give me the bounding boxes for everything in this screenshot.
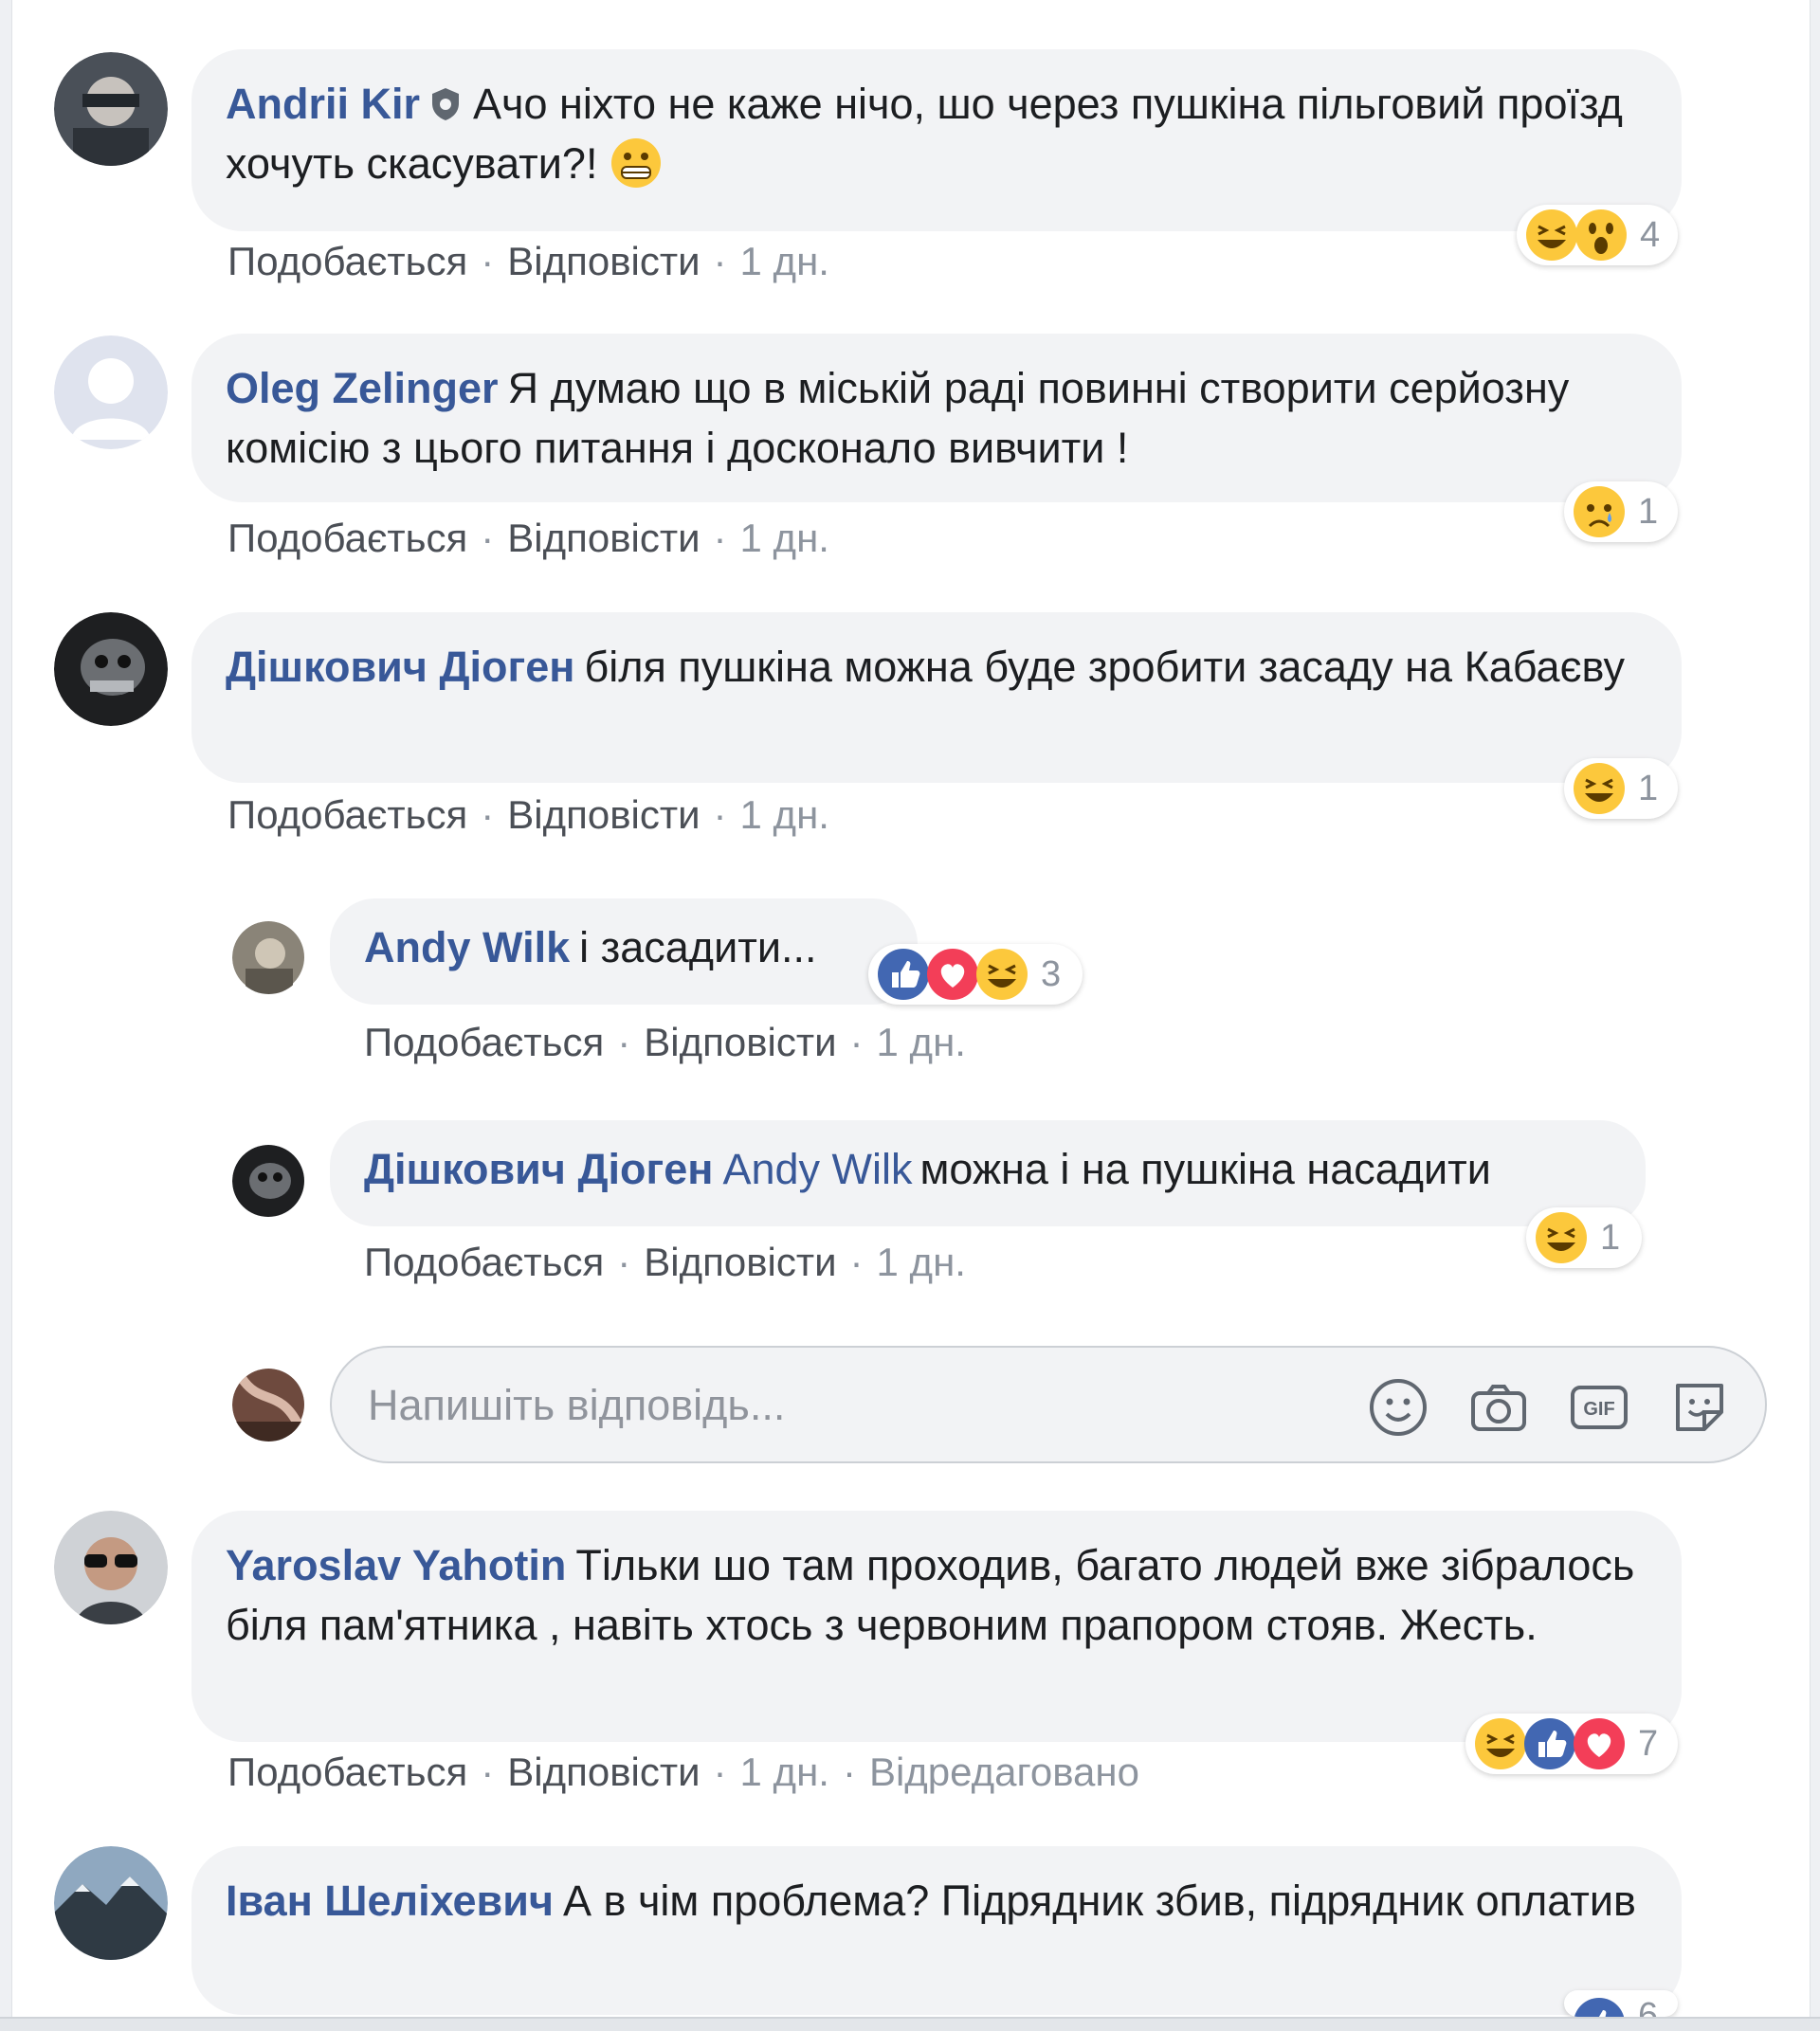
comment-bubble: Oleg Zelinger Я думаю що в міській раді п… (191, 334, 1682, 502)
reply-link[interactable]: Відповісти (507, 792, 700, 837)
timestamp[interactable]: 1 дн. (740, 1750, 829, 1794)
comment-bubble: Andy Wilk і засадити... (330, 898, 918, 1005)
reaction-summary[interactable]: 4 (1517, 205, 1678, 265)
comment-author[interactable]: Yaroslav Yahotin (226, 1541, 566, 1589)
reaction-count: 7 (1638, 1723, 1659, 1764)
timestamp[interactable]: 1 дн. (740, 239, 829, 283)
comment-author[interactable]: Дішкович Діоген (364, 1145, 713, 1193)
reaction-summary[interactable]: 6 (1564, 1990, 1678, 2017)
camera-icon[interactable] (1467, 1376, 1530, 1439)
like-link[interactable]: Подобається (364, 1240, 604, 1284)
haha-reaction-icon (1574, 763, 1625, 814)
like-link[interactable]: Подобається (228, 239, 467, 283)
comment-author[interactable]: Andrii Kir (226, 80, 420, 128)
love-reaction-icon (927, 949, 978, 1000)
reply-link[interactable]: Відповісти (507, 239, 700, 283)
reply-link[interactable]: Відповісти (507, 1750, 700, 1794)
shield-icon (429, 78, 462, 120)
avatar[interactable] (232, 1145, 305, 1218)
haha-reaction-icon (1536, 1212, 1587, 1263)
comment-actions: Подобається · Відповісти · 1 дн. (364, 1020, 966, 1064)
comment-bubble: Дішкович Діоген Andy Wilk можна і на пушкі… (330, 1120, 1646, 1226)
comment-text: і засадити... (579, 923, 817, 971)
edited-label[interactable]: Відредаговано (869, 1750, 1139, 1794)
comment-text: можна і на пушкіна насадити (919, 1145, 1491, 1193)
like-link[interactable]: Подобається (228, 792, 467, 837)
timestamp[interactable]: 1 дн. (740, 792, 829, 837)
comment-bubble: Іван Шеліхевич А в чім проблема? Підрядни… (191, 1846, 1682, 2015)
comment-author[interactable]: Andy Wilk (364, 923, 570, 971)
timestamp[interactable]: 1 дн. (740, 516, 829, 560)
reaction-summary[interactable]: 1 (1526, 1207, 1642, 1268)
comment-author[interactable]: Дішкович Діоген (226, 643, 574, 691)
reaction-summary[interactable]: 1 (1564, 481, 1678, 542)
avatar[interactable] (54, 612, 168, 726)
like-link[interactable]: Подобається (364, 1020, 604, 1064)
gif-icon[interactable]: GIF (1568, 1376, 1630, 1439)
timestamp[interactable]: 1 дн. (877, 1020, 966, 1064)
reaction-summary[interactable]: 3 (868, 944, 1083, 1005)
reaction-count: 1 (1600, 1217, 1621, 1258)
mention-link[interactable]: Andy Wilk (722, 1145, 912, 1193)
comment-bubble: Дішкович Діоген біля пушкіна можна буде з… (191, 612, 1682, 783)
like-reaction-icon (878, 949, 929, 1000)
comment-bubble: Andrii Kir Ачо ніхто не каже нічо, шо чер… (191, 49, 1682, 231)
reaction-count: 3 (1041, 953, 1062, 994)
comment-author[interactable]: Oleg Zelinger (226, 364, 499, 412)
comment-text: біля пушкіна можна буде зробити засаду н… (584, 643, 1625, 691)
avatar[interactable] (54, 52, 168, 166)
comment-bubble: Yaroslav Yahotin Тільки шо там проходив, … (191, 1511, 1682, 1742)
wow-reaction-icon (1575, 209, 1627, 261)
reply-link[interactable]: Відповісти (644, 1020, 836, 1064)
grimacing-emoji-icon (610, 136, 663, 190)
current-user-avatar[interactable] (232, 1369, 305, 1442)
avatar[interactable] (54, 1511, 168, 1624)
comment-actions: Подобається · Відповісти · 1 дн. (364, 1240, 966, 1284)
comment-actions: Подобається · Відповісти · 1 дн. (228, 516, 829, 560)
sticker-icon[interactable] (1668, 1376, 1731, 1439)
reaction-count: 1 (1638, 768, 1659, 808)
like-reaction-icon (1574, 1998, 1625, 2017)
comment-text: А в чім проблема? Підрядник збив, підряд… (563, 1877, 1636, 1925)
reaction-summary[interactable]: 1 (1564, 758, 1678, 819)
haha-reaction-icon (976, 949, 1028, 1000)
reaction-count: 1 (1638, 491, 1659, 532)
like-reaction-icon (1524, 1718, 1575, 1769)
reply-composer: GIF (330, 1346, 1767, 1463)
comment-actions: Подобається · Відповісти · 1 дн. · Відредагова… (228, 1750, 1139, 1794)
avatar[interactable] (54, 1846, 168, 1960)
haha-reaction-icon (1526, 209, 1577, 261)
reply-link[interactable]: Відповісти (644, 1240, 836, 1284)
avatar[interactable] (54, 335, 168, 449)
comment-actions: Подобається · Відповісти · 1 дн. (228, 239, 829, 283)
reply-link[interactable]: Відповісти (507, 516, 700, 560)
window-right-edge (1810, 0, 1820, 2029)
reply-input[interactable] (366, 1374, 1299, 1437)
like-link[interactable]: Подобається (228, 516, 467, 560)
like-link[interactable]: Подобається (228, 1750, 467, 1794)
window-left-edge (0, 0, 12, 2029)
comment-author[interactable]: Іван Шеліхевич (226, 1877, 554, 1925)
reaction-count: 6 (1638, 1996, 1659, 2017)
avatar[interactable] (232, 921, 305, 994)
sad-reaction-icon (1574, 486, 1625, 537)
comment-actions: Подобається · Відповісти · 1 дн. (228, 792, 829, 837)
reaction-summary[interactable]: 7 (1465, 1714, 1678, 1774)
timestamp[interactable]: 1 дн. (877, 1240, 966, 1284)
love-reaction-icon (1574, 1718, 1625, 1769)
haha-reaction-icon (1475, 1718, 1526, 1769)
emoji-icon[interactable] (1367, 1376, 1429, 1439)
reaction-count: 4 (1640, 214, 1661, 255)
svg-text:GIF: GIF (1583, 1399, 1614, 1420)
